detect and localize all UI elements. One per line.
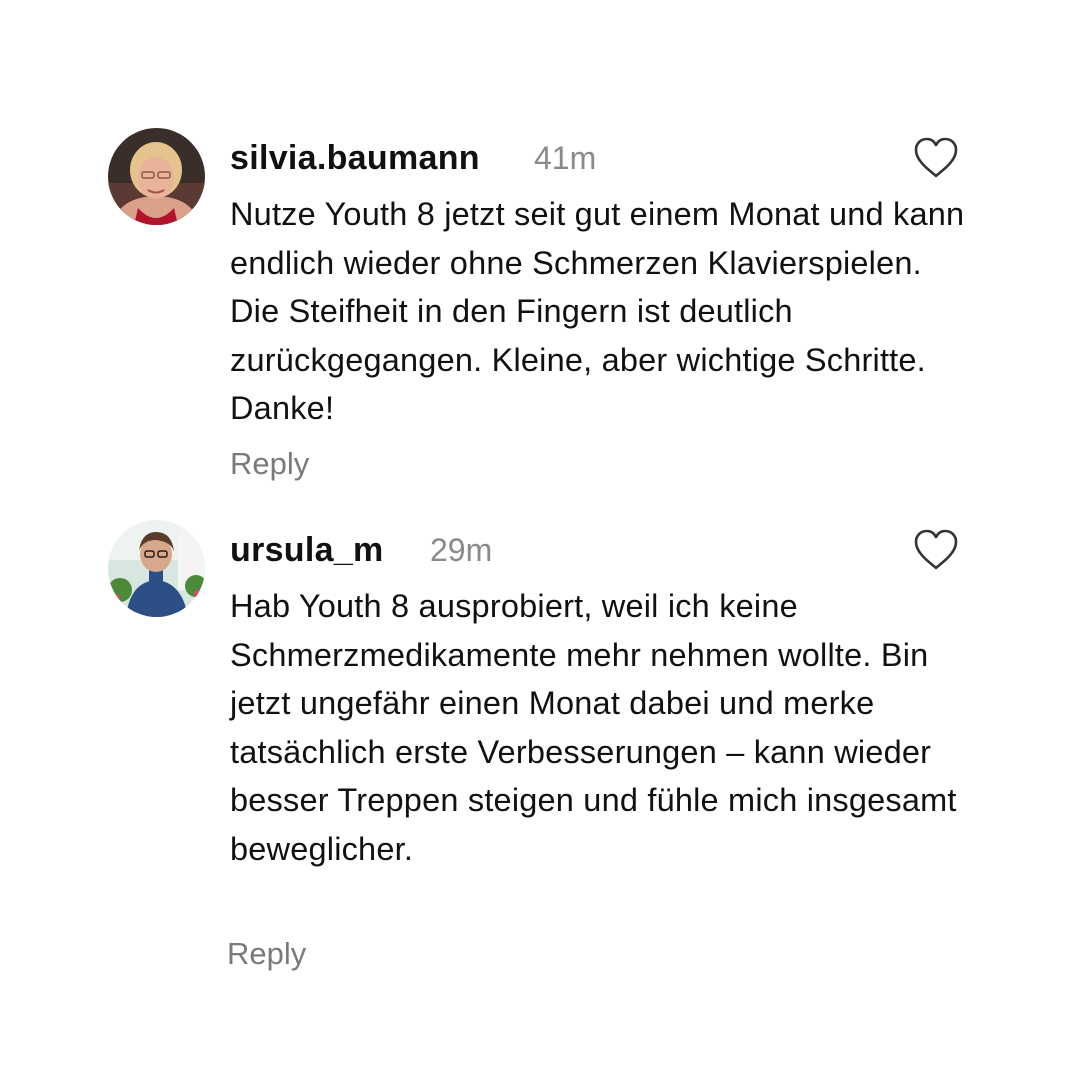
avatar[interactable]	[108, 520, 205, 617]
avatar[interactable]	[108, 128, 205, 225]
timestamp: 29m	[430, 532, 493, 568]
reply-button[interactable]: Reply	[230, 444, 309, 484]
reply-button[interactable]: Reply	[227, 934, 306, 974]
comments-screen: { "comments": [ { "username": "silvia.ba…	[0, 0, 1080, 1080]
username[interactable]: ursula_m	[230, 528, 384, 572]
comment-text: Nutze Youth 8 jetzt seit gut einem Monat…	[230, 196, 965, 426]
timestamp: 41m	[534, 140, 597, 176]
comment-text: Hab Youth 8 ausprobiert, weil ich keine …	[230, 588, 957, 867]
heart-outline-icon[interactable]	[912, 528, 960, 572]
heart-outline-icon[interactable]	[912, 136, 960, 180]
username[interactable]: silvia.baumann	[230, 136, 480, 180]
